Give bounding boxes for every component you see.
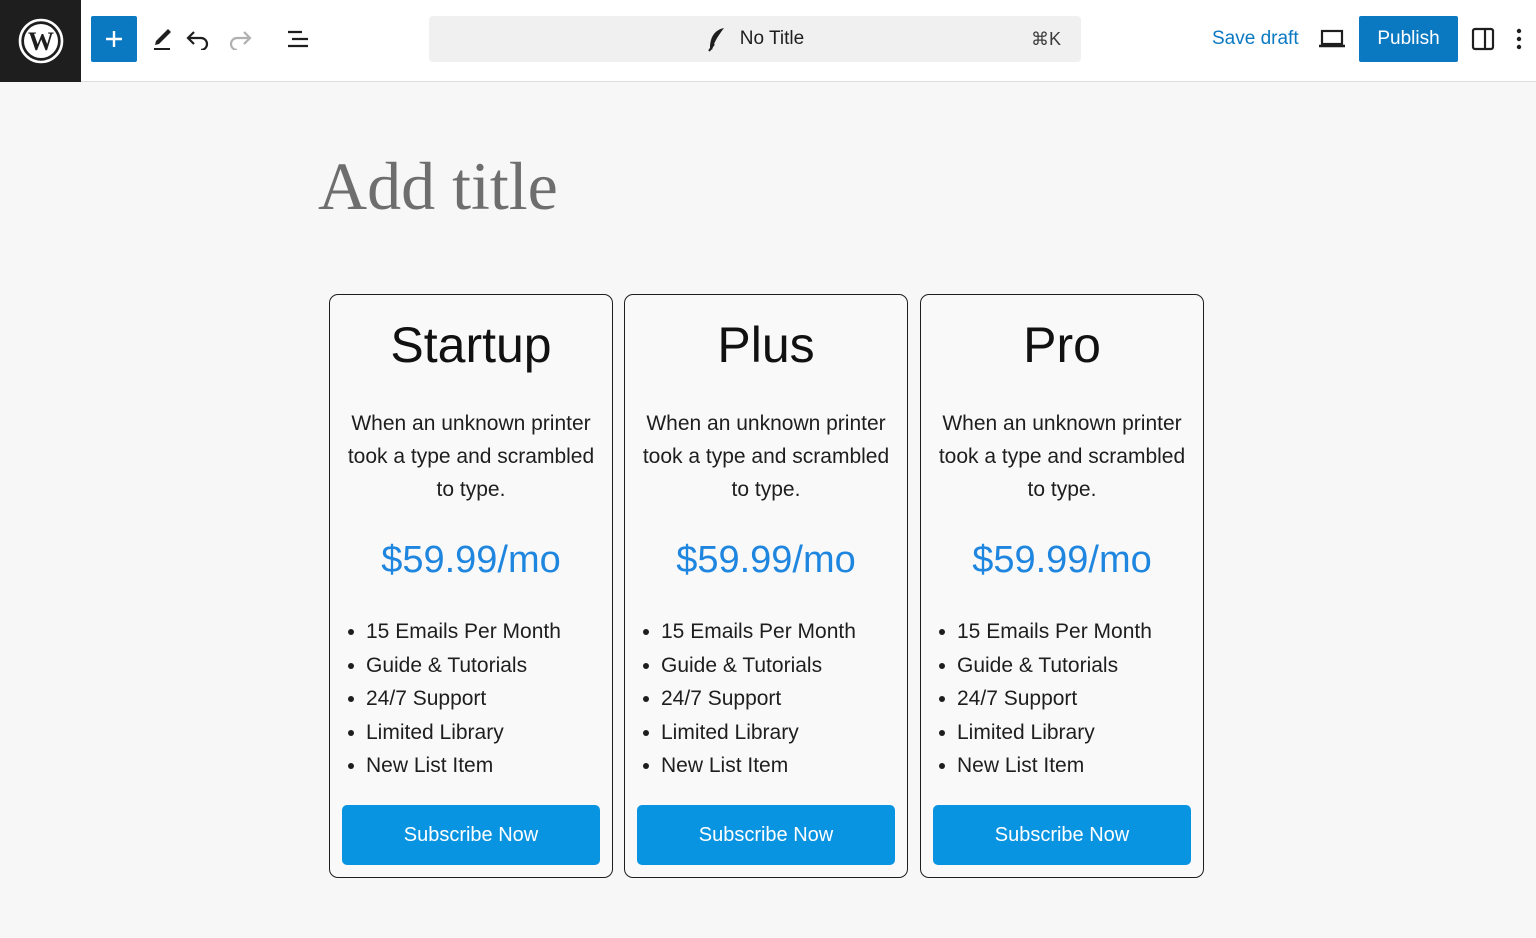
sidebar-toggle-icon <box>1471 27 1495 51</box>
bullet-icon <box>939 696 945 702</box>
feature-item: 15 Emails Per Month <box>639 615 897 649</box>
feature-text: Limited Library <box>957 720 1095 744</box>
options-button[interactable] <box>1506 20 1532 58</box>
feature-text: New List Item <box>661 754 789 777</box>
bullet-icon <box>643 629 649 635</box>
plan-name: Startup <box>390 317 552 373</box>
feature-text: New List Item <box>957 754 1085 777</box>
document-title: No Title <box>739 28 805 49</box>
plan-name: Pro <box>1023 317 1101 373</box>
feature-item: Limited Library <box>639 716 897 750</box>
feature-item: 24/7 Support <box>935 682 1193 716</box>
more-vertical-icon <box>1516 28 1522 50</box>
feature-list: 15 Emails Per Month Guide & Tutorials 24… <box>639 615 897 783</box>
feature-text: Guide & Tutorials <box>957 653 1119 677</box>
bullet-icon <box>643 696 649 702</box>
feature-item: 15 Emails Per Month <box>344 615 602 649</box>
list-view-icon <box>288 30 308 48</box>
feature-text: 15 Emails Per Month <box>366 620 561 643</box>
feature-item: 24/7 Support <box>639 682 897 716</box>
tools-button[interactable] <box>145 20 179 58</box>
feature-text: Guide & Tutorials <box>366 653 528 677</box>
editor-top-toolbar: W No Title ⌘K Save draft Publish <box>0 0 1536 82</box>
feature-text: Limited Library <box>366 720 504 744</box>
save-draft-button[interactable]: Save draft <box>1206 16 1305 62</box>
bullet-icon <box>348 763 354 769</box>
feature-text: Limited Library <box>661 720 799 744</box>
pricing-card-startup[interactable]: Startup When an unknown printer took a t… <box>329 294 613 878</box>
feature-text: New List Item <box>366 754 494 777</box>
plus-icon <box>106 31 122 47</box>
command-shortcut-hint: ⌘K <box>1030 28 1061 49</box>
post-title-placeholder[interactable]: Add title <box>318 146 558 226</box>
plan-price: $59.99/mo <box>381 539 561 581</box>
pricing-card-pro[interactable]: Pro When an unknown printer took a type … <box>920 294 1204 878</box>
plan-description: When an unknown printer took a type and … <box>642 412 890 501</box>
bullet-icon <box>348 696 354 702</box>
bullet-icon <box>643 662 649 669</box>
wordpress-logo-button[interactable]: W <box>0 0 81 82</box>
redo-icon <box>229 31 252 50</box>
feature-item: 15 Emails Per Month <box>935 615 1193 649</box>
plan-price: $59.99/mo <box>972 539 1152 581</box>
settings-sidebar-button[interactable] <box>1466 20 1500 58</box>
bullet-icon <box>643 763 649 769</box>
feature-list: 15 Emails Per Month Guide & Tutorials 24… <box>344 615 602 783</box>
svg-text:W: W <box>28 27 54 56</box>
feature-item: Guide & Tutorials <box>935 649 1193 683</box>
list-view-button[interactable] <box>280 20 316 58</box>
pricing-table: Startup When an unknown printer took a t… <box>329 294 1204 878</box>
feature-text: Guide & Tutorials <box>661 653 823 677</box>
undo-button[interactable] <box>181 20 215 58</box>
feature-text: 24/7 Support <box>366 687 487 710</box>
feature-item: New List Item <box>935 749 1193 783</box>
feature-item: 24/7 Support <box>344 682 602 716</box>
plan-name: Plus <box>717 317 815 373</box>
preview-button[interactable] <box>1312 20 1352 58</box>
command-bar-center: No Title <box>429 16 1081 62</box>
feature-item: Limited Library <box>935 716 1193 750</box>
redo-button[interactable] <box>223 20 257 58</box>
feature-text: 15 Emails Per Month <box>661 620 856 643</box>
wordpress-logo-icon: W <box>18 18 63 64</box>
bullet-icon <box>348 629 354 635</box>
bullet-icon <box>348 662 354 669</box>
plan-price: $59.99/mo <box>676 539 856 581</box>
bullet-icon <box>939 763 945 769</box>
feature-item: Guide & Tutorials <box>344 649 602 683</box>
pricing-card-plus[interactable]: Plus When an unknown printer took a type… <box>624 294 908 878</box>
feature-item: Guide & Tutorials <box>639 649 897 683</box>
laptop-icon <box>1319 29 1345 48</box>
subscribe-button[interactable]: Subscribe Now <box>342 805 600 865</box>
feature-text: 24/7 Support <box>661 687 782 710</box>
feature-item: New List Item <box>639 749 897 783</box>
command-palette-bar[interactable]: No Title ⌘K <box>429 16 1081 62</box>
plan-description: When an unknown printer took a type and … <box>347 412 595 501</box>
feather-icon <box>707 28 724 52</box>
feature-item: New List Item <box>344 749 602 783</box>
subscribe-button[interactable]: Subscribe Now <box>933 805 1191 865</box>
feature-text: 24/7 Support <box>957 687 1078 710</box>
bullet-icon <box>939 729 945 736</box>
bullet-icon <box>939 662 945 669</box>
undo-icon <box>186 31 209 50</box>
feature-item: Limited Library <box>344 716 602 750</box>
subscribe-button[interactable]: Subscribe Now <box>637 805 895 865</box>
bullet-icon <box>643 729 649 736</box>
publish-button[interactable]: Publish <box>1359 16 1458 62</box>
plan-description: When an unknown printer took a type and … <box>938 412 1186 501</box>
feature-text: 15 Emails Per Month <box>957 620 1152 643</box>
feature-list: 15 Emails Per Month Guide & Tutorials 24… <box>935 615 1193 783</box>
pen-icon <box>154 29 171 50</box>
bullet-icon <box>348 729 354 736</box>
bullet-icon <box>939 629 945 635</box>
add-block-button[interactable] <box>91 16 137 62</box>
